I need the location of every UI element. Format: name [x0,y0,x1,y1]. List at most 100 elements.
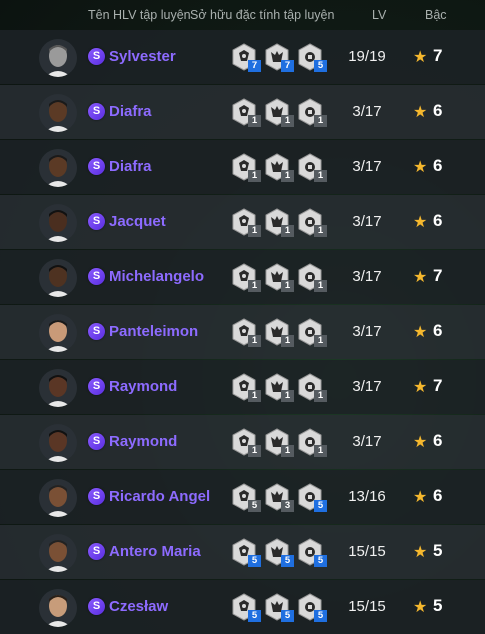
header-level: LV [372,8,387,22]
coach-name[interactable]: Diafra [109,158,152,175]
star-icon: ★ [413,159,428,176]
coach-name[interactable]: Jacquet [109,213,166,230]
coach-name[interactable]: Ricardo Angel [109,488,210,505]
table-row[interactable]: S Diafra 1 1 1 3/17 ★ 6 [0,140,485,194]
trait-count: 7 [281,60,294,72]
trait-icon-2[interactable]: 1 [264,428,294,457]
trait-count: 5 [314,610,327,622]
trait-icon-2[interactable]: 1 [264,318,294,347]
coach-tier: 5 [433,541,443,560]
trait-icon-1[interactable]: 1 [231,318,261,347]
coach-level: 13/16 [348,488,386,505]
trait-count: 1 [281,445,294,457]
star-icon: ★ [413,544,428,561]
coach-name[interactable]: Panteleimon [109,323,198,340]
star-icon: ★ [413,379,428,396]
coach-tier: 6 [433,321,443,340]
trait-count: 3 [281,500,294,512]
coach-tier: 7 [433,266,443,285]
coach-level: 3/17 [352,268,382,285]
star-icon: ★ [413,214,428,231]
trait-icon-2[interactable]: 3 [264,483,294,512]
trait-icon-1[interactable]: 1 [231,153,261,182]
trait-icon-1[interactable]: 1 [231,373,261,402]
trait-icon-1[interactable]: 5 [231,593,261,622]
trait-icon-3[interactable]: 5 [297,593,327,622]
table-header: Tên HLV tập luyện Sở hữu đặc tính tập lu… [0,0,485,30]
table-row[interactable]: S Raymond 1 1 1 3/17 ★ 6 [0,415,485,469]
coach-avatar [39,589,77,627]
star-icon: ★ [413,269,428,286]
table-row[interactable]: S Diafra 1 1 1 3/17 ★ 6 [0,85,485,139]
trait-icon-3[interactable]: 5 [297,538,327,567]
coach-level: 3/17 [352,323,382,340]
table-row[interactable]: S Michelangelo 1 1 1 3/17 ★ 7 [0,250,485,304]
star-icon: ★ [413,489,428,506]
coach-name[interactable]: Raymond [109,433,177,450]
trait-count: 1 [248,390,261,402]
trait-icon-1[interactable]: 1 [231,428,261,457]
coach-grade-badge: S [88,433,105,450]
trait-icon-2[interactable]: 5 [264,593,294,622]
trait-icon-3[interactable]: 1 [297,263,327,292]
coach-grade-badge: S [88,378,105,395]
coach-tier: 6 [433,211,443,230]
trait-count: 5 [314,555,327,567]
trait-count: 1 [281,390,294,402]
coach-name[interactable]: Raymond [109,378,177,395]
trait-icon-3[interactable]: 1 [297,98,327,127]
coach-name[interactable]: Michelangelo [109,268,204,285]
trait-icon-1[interactable]: 5 [231,483,261,512]
trait-icon-1[interactable]: 7 [231,43,261,72]
trait-icon-2[interactable]: 1 [264,98,294,127]
coach-level: 15/15 [348,598,386,615]
trait-icon-1[interactable]: 1 [231,98,261,127]
trait-icon-3[interactable]: 1 [297,428,327,457]
trait-icon-2[interactable]: 1 [264,208,294,237]
table-row[interactable]: S Czesław 5 5 5 15/15 ★ 5 [0,580,485,634]
trait-icon-2[interactable]: 1 [264,153,294,182]
trait-count: 5 [281,555,294,567]
trait-count: 1 [314,280,327,292]
trait-icon-1[interactable]: 1 [231,208,261,237]
table-row[interactable]: S Panteleimon 1 1 1 3/17 ★ 6 [0,305,485,359]
trait-count: 1 [314,445,327,457]
trait-icon-3[interactable]: 1 [297,208,327,237]
coach-level: 3/17 [352,433,382,450]
trait-icon-3[interactable]: 5 [297,483,327,512]
coach-name[interactable]: Sylvester [109,48,176,65]
trait-count: 1 [248,115,261,127]
coach-name[interactable]: Czesław [109,598,168,615]
coach-level: 15/15 [348,543,386,560]
trait-icon-1[interactable]: 5 [231,538,261,567]
coach-tier: 6 [433,486,443,505]
trait-count: 1 [248,445,261,457]
table-row[interactable]: S Antero Maria 5 5 5 15/15 ★ 5 [0,525,485,579]
coach-name[interactable]: Diafra [109,103,152,120]
header-tier: Bậc [425,8,447,22]
coach-tier: 6 [433,156,443,175]
trait-icon-3[interactable]: 5 [297,43,327,72]
coach-grade-badge: S [88,598,105,615]
trait-icon-3[interactable]: 1 [297,318,327,347]
trait-icon-2[interactable]: 5 [264,538,294,567]
coach-grade-badge: S [88,103,105,120]
trait-icon-2[interactable]: 7 [264,43,294,72]
trait-icon-1[interactable]: 1 [231,263,261,292]
coach-name[interactable]: Antero Maria [109,543,201,560]
coach-grade-badge: S [88,158,105,175]
trait-count: 1 [248,225,261,237]
coach-avatar [39,94,77,132]
table-row[interactable]: S Jacquet 1 1 1 3/17 ★ 6 [0,195,485,249]
coach-grade-badge: S [88,213,105,230]
trait-icon-2[interactable]: 1 [264,373,294,402]
table-row[interactable]: S Sylvester 7 7 5 19/19 ★ 7 [0,30,485,84]
trait-count: 1 [314,225,327,237]
trait-count: 1 [314,170,327,182]
trait-icon-2[interactable]: 1 [264,263,294,292]
trait-count: 1 [281,280,294,292]
trait-icon-3[interactable]: 1 [297,153,327,182]
table-row[interactable]: S Ricardo Angel 5 3 5 13/16 ★ 6 [0,470,485,524]
table-row[interactable]: S Raymond 1 1 1 3/17 ★ 7 [0,360,485,414]
trait-icon-3[interactable]: 1 [297,373,327,402]
